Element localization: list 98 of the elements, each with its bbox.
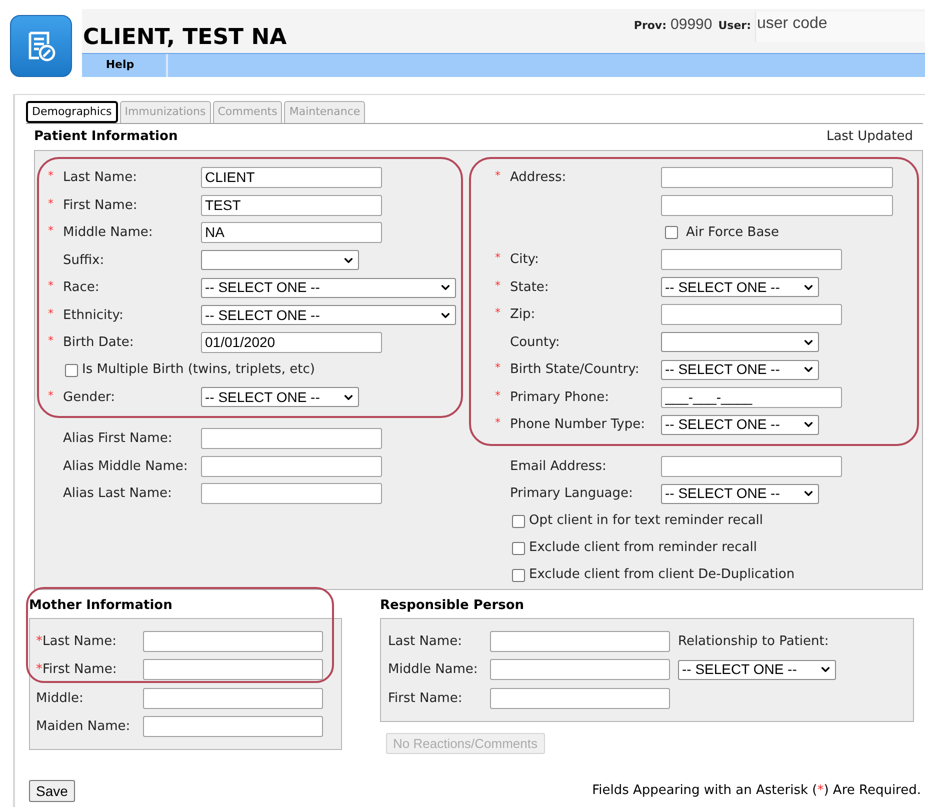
text-field[interactable]	[490, 630, 670, 652]
required-mark: *	[36, 661, 42, 679]
field-label: Phone Number Type:	[510, 417, 645, 432]
select-dropdown[interactable]: -- SELECT ONE --	[661, 360, 819, 380]
text-field[interactable]	[661, 167, 893, 188]
required-mark: *	[48, 308, 54, 319]
field-label: County:	[510, 334, 560, 350]
text-field[interactable]	[201, 456, 382, 477]
text-field[interactable]	[143, 716, 323, 738]
last-updated-label: Last Updated	[826, 128, 913, 146]
checkbox-label: Opt client in for text reminder recall	[529, 512, 764, 530]
checkbox-label: Exclude client from client De-Duplication	[529, 566, 795, 584]
section-title: Patient Information	[34, 128, 178, 146]
field-label: State:	[510, 280, 549, 294]
checkbox[interactable]	[665, 226, 678, 239]
field-label: Alias First Name:	[63, 431, 172, 446]
required-mark: *	[36, 632, 42, 650]
select-dropdown[interactable]: -- SELECT ONE --	[201, 278, 456, 298]
text-field[interactable]	[661, 304, 842, 326]
required-note: Fields Appearing with an Asterisk (*) Are Required.	[592, 782, 921, 800]
select-dropdown[interactable]: -- SELECT ONE --	[661, 277, 819, 298]
text-field[interactable]	[143, 659, 323, 680]
checkbox[interactable]	[512, 542, 525, 554]
field-label: First Name:	[42, 661, 117, 679]
field-label: Middle Name:	[63, 225, 153, 240]
provider-label: Prov:	[634, 18, 667, 34]
field-label: Primary Language:	[510, 486, 633, 501]
text-field[interactable]: TEST	[201, 194, 382, 216]
required-mark: *	[48, 198, 54, 209]
field-label: Ethnicity:	[63, 308, 124, 322]
text-field[interactable]	[661, 249, 842, 270]
field-label: Primary Phone:	[510, 390, 610, 404]
field-label: Gender:	[63, 390, 116, 404]
save-button[interactable]: Save	[29, 780, 75, 802]
checkbox-label: Exclude client from reminder recall	[529, 539, 757, 558]
required-mark: *	[495, 307, 500, 318]
field-label: Middle Name:	[388, 661, 479, 679]
checkbox-label: Air Force Base	[686, 224, 779, 242]
field-label: Birth State/Country:	[510, 362, 640, 377]
section-title: Responsible Person	[380, 596, 524, 614]
select-dropdown[interactable]: -- SELECT ONE --	[661, 414, 819, 435]
select-dropdown[interactable]	[661, 332, 819, 352]
user-label: User:	[718, 18, 751, 34]
text-field[interactable]	[201, 483, 382, 504]
required-mark: *	[48, 335, 54, 346]
user-name: user code	[757, 15, 828, 32]
page-title: CLIENT, TEST NA	[83, 24, 287, 52]
checkbox[interactable]	[65, 364, 78, 376]
text-field[interactable]	[490, 659, 670, 680]
text-field[interactable]	[143, 630, 323, 652]
field-label: Last Name:	[388, 632, 463, 650]
required-mark: *	[495, 362, 500, 374]
field-label: Alias Middle Name:	[63, 458, 188, 474]
required-mark: *	[495, 390, 500, 401]
text-field[interactable]	[490, 688, 670, 709]
field-label: Middle:	[36, 690, 84, 708]
required-mark: *	[495, 417, 500, 428]
required-mark: *	[495, 280, 500, 291]
text-field[interactable]	[661, 194, 893, 216]
field-label: First Name:	[63, 198, 138, 212]
required-mark: *	[495, 252, 500, 264]
field-label: Suffix:	[63, 252, 104, 268]
select-dropdown[interactable]: -- SELECT ONE --	[201, 305, 456, 326]
field-label: Last Name:	[42, 632, 116, 650]
required-mark: *	[48, 225, 54, 236]
select-dropdown[interactable]	[201, 250, 359, 270]
field-label: Last Name:	[63, 170, 137, 185]
text-field[interactable]: 01/01/2020	[201, 332, 382, 354]
field-label: Zip:	[510, 307, 536, 322]
field-label: Birth Date:	[63, 335, 134, 350]
text-field[interactable]	[143, 688, 323, 709]
field-label: Alias Last Name:	[63, 486, 172, 501]
text-field[interactable]	[201, 428, 382, 450]
tab[interactable]: Demographics	[26, 101, 118, 123]
select-dropdown[interactable]: -- SELECT ONE --	[678, 660, 836, 680]
text-field[interactable]: CLIENT	[201, 167, 382, 188]
field-label: Race:	[63, 280, 100, 295]
field-label: Address:	[510, 170, 566, 185]
checkbox-label: Is Multiple Birth (twins, triplets, etc)	[82, 361, 315, 380]
field-label: First Name:	[388, 690, 464, 708]
text-field[interactable]: ___-___-____	[661, 386, 842, 408]
checkbox[interactable]	[512, 514, 525, 528]
checkbox[interactable]	[512, 568, 525, 582]
provider-code: 09990	[670, 15, 712, 35]
field-label: City:	[510, 252, 539, 267]
required-mark: *	[495, 170, 500, 182]
field-label: Maiden Name:	[36, 718, 130, 736]
field-label: Relationship to Patient:	[678, 632, 829, 650]
required-mark: *	[48, 170, 54, 182]
field-label: Email Address:	[510, 458, 606, 474]
select-dropdown[interactable]: -- SELECT ONE --	[661, 484, 819, 504]
required-mark: *	[48, 280, 54, 292]
required-mark: *	[48, 390, 54, 401]
section-title: Mother Information	[29, 596, 172, 614]
menu-item[interactable]: Help	[82, 54, 168, 77]
select-dropdown[interactable]: -- SELECT ONE --	[201, 387, 359, 408]
text-field[interactable]	[661, 456, 842, 477]
text-field[interactable]: NA	[201, 222, 382, 244]
